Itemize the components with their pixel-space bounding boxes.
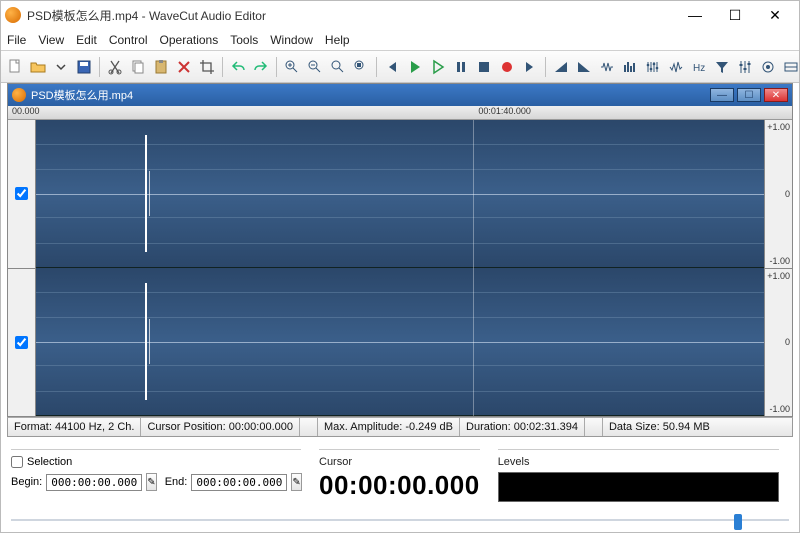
- channel-checkboxes: [8, 120, 36, 416]
- maximize-button[interactable]: ☐: [715, 3, 755, 27]
- document-window: PSD模板怎么用.mp4 — ☐ ✕ 00.000 00:01:40.000: [7, 83, 793, 417]
- fade-in-icon[interactable]: [551, 57, 571, 77]
- status-maxamp: Max. Amplitude: -0.249 dB: [318, 418, 460, 436]
- waveform-canvas[interactable]: [36, 120, 764, 416]
- selection-panel: Selection Begin: 000:00:00.000 ✎ End: 00…: [11, 449, 301, 496]
- channel-right: [36, 268, 764, 416]
- zoom-fit-icon[interactable]: [328, 57, 348, 77]
- menu-file[interactable]: File: [7, 33, 26, 47]
- menu-bar: File View Edit Control Operations Tools …: [1, 29, 799, 51]
- amplify-icon[interactable]: [597, 57, 617, 77]
- delete-icon[interactable]: [174, 57, 194, 77]
- save-icon[interactable]: [74, 57, 94, 77]
- document-icon: [12, 88, 26, 102]
- effect2-icon[interactable]: [781, 57, 799, 77]
- fade-out-icon[interactable]: [574, 57, 594, 77]
- doc-maximize-button[interactable]: ☐: [737, 88, 761, 102]
- minimize-button[interactable]: —: [675, 3, 715, 27]
- open-file-icon[interactable]: [28, 57, 48, 77]
- open-dropdown-icon[interactable]: [51, 57, 71, 77]
- menu-edit[interactable]: Edit: [76, 33, 97, 47]
- selection-end-label: End:: [165, 476, 188, 488]
- paste-icon[interactable]: [151, 57, 171, 77]
- copy-icon[interactable]: [128, 57, 148, 77]
- zoom-slider-thumb[interactable]: [734, 514, 742, 530]
- window-title: PSD模板怎么用.mp4 - WaveCut Audio Editor: [27, 7, 675, 24]
- scale-label: 0: [767, 337, 790, 347]
- selection-begin-label: Begin:: [11, 476, 42, 488]
- equalizer-icon[interactable]: [643, 57, 663, 77]
- new-file-icon[interactable]: [5, 57, 25, 77]
- mixer-icon[interactable]: [735, 57, 755, 77]
- menu-operations[interactable]: Operations: [160, 33, 219, 47]
- selection-begin-field[interactable]: 000:00:00.000: [46, 474, 142, 491]
- document-title: PSD模板怎么用.mp4: [31, 87, 710, 103]
- channel-left: [36, 120, 764, 268]
- levels-label: Levels: [498, 456, 779, 468]
- selection-label: Selection: [27, 456, 72, 468]
- selection-end-picker[interactable]: ✎: [291, 473, 301, 491]
- zoom-selection-icon[interactable]: [351, 57, 371, 77]
- scale-label: 0: [767, 189, 790, 199]
- channel-right-checkbox[interactable]: [15, 336, 28, 349]
- menu-control[interactable]: Control: [109, 33, 148, 47]
- status-format: Format: 44100 Hz, 2 Ch.: [8, 418, 141, 436]
- bottom-panels: Selection Begin: 000:00:00.000 ✎ End: 00…: [1, 441, 799, 506]
- levels-meter: [498, 472, 779, 502]
- effect1-icon[interactable]: [758, 57, 778, 77]
- pause-icon[interactable]: [451, 57, 471, 77]
- playhead-cursor[interactable]: [473, 120, 474, 416]
- title-bar: PSD模板怎么用.mp4 - WaveCut Audio Editor — ☐ …: [1, 1, 799, 29]
- ruler-tick: 00:01:40.000: [478, 106, 531, 116]
- svg-text:Hz: Hz: [693, 63, 705, 74]
- status-bar: Format: 44100 Hz, 2 Ch. Cursor Position:…: [7, 417, 793, 437]
- skip-end-icon[interactable]: [520, 57, 540, 77]
- selection-end-field[interactable]: 000:00:00.000: [191, 474, 287, 491]
- cursor-value: 00:00:00.000: [319, 470, 480, 501]
- menu-window[interactable]: Window: [270, 33, 313, 47]
- record-icon[interactable]: [497, 57, 517, 77]
- cursor-panel: Cursor 00:00:00.000: [319, 449, 480, 501]
- stop-icon[interactable]: [474, 57, 494, 77]
- cursor-label: Cursor: [319, 456, 480, 468]
- time-ruler[interactable]: 00.000 00:01:40.000: [8, 106, 792, 120]
- doc-close-button[interactable]: ✕: [764, 88, 788, 102]
- ruler-tick: 00.000: [12, 106, 40, 116]
- doc-minimize-button[interactable]: —: [710, 88, 734, 102]
- scale-label: +1.00: [767, 122, 790, 132]
- redo-icon[interactable]: [251, 57, 271, 77]
- play-icon[interactable]: [405, 57, 425, 77]
- scale-label: +1.00: [767, 271, 790, 281]
- scale-label: -1.00: [767, 404, 790, 414]
- channel-left-checkbox[interactable]: [15, 187, 28, 200]
- normalize-icon[interactable]: [620, 57, 640, 77]
- toolbar: Hz ?: [1, 51, 799, 83]
- zoom-out-icon[interactable]: [305, 57, 325, 77]
- menu-view[interactable]: View: [38, 33, 64, 47]
- status-datasize: Data Size: 50.94 MB: [603, 418, 716, 436]
- zoom-slider[interactable]: [11, 514, 789, 526]
- spectrum-icon[interactable]: [666, 57, 686, 77]
- selection-begin-picker[interactable]: ✎: [146, 473, 156, 491]
- waveform-area: +1.00 0 -1.00 +1.00 0 -1.00: [8, 120, 792, 416]
- cut-icon[interactable]: [105, 57, 125, 77]
- status-duration: Duration: 00:02:31.394: [460, 418, 585, 436]
- levels-panel: Levels: [498, 449, 779, 502]
- app-icon: [5, 7, 21, 23]
- menu-help[interactable]: Help: [325, 33, 350, 47]
- selection-checkbox[interactable]: [11, 456, 23, 468]
- crop-icon[interactable]: [197, 57, 217, 77]
- status-cursor: Cursor Position: 00:00:00.000: [141, 418, 300, 436]
- undo-icon[interactable]: [228, 57, 248, 77]
- menu-tools[interactable]: Tools: [230, 33, 258, 47]
- skip-start-icon[interactable]: [382, 57, 402, 77]
- filter-icon[interactable]: [712, 57, 732, 77]
- pitch-icon[interactable]: Hz: [689, 57, 709, 77]
- amplitude-scale: +1.00 0 -1.00 +1.00 0 -1.00: [764, 120, 792, 416]
- close-button[interactable]: ✕: [755, 3, 795, 27]
- play-loop-icon[interactable]: [428, 57, 448, 77]
- scale-label: -1.00: [767, 256, 790, 266]
- zoom-in-icon[interactable]: [282, 57, 302, 77]
- document-titlebar: PSD模板怎么用.mp4 — ☐ ✕: [8, 84, 792, 106]
